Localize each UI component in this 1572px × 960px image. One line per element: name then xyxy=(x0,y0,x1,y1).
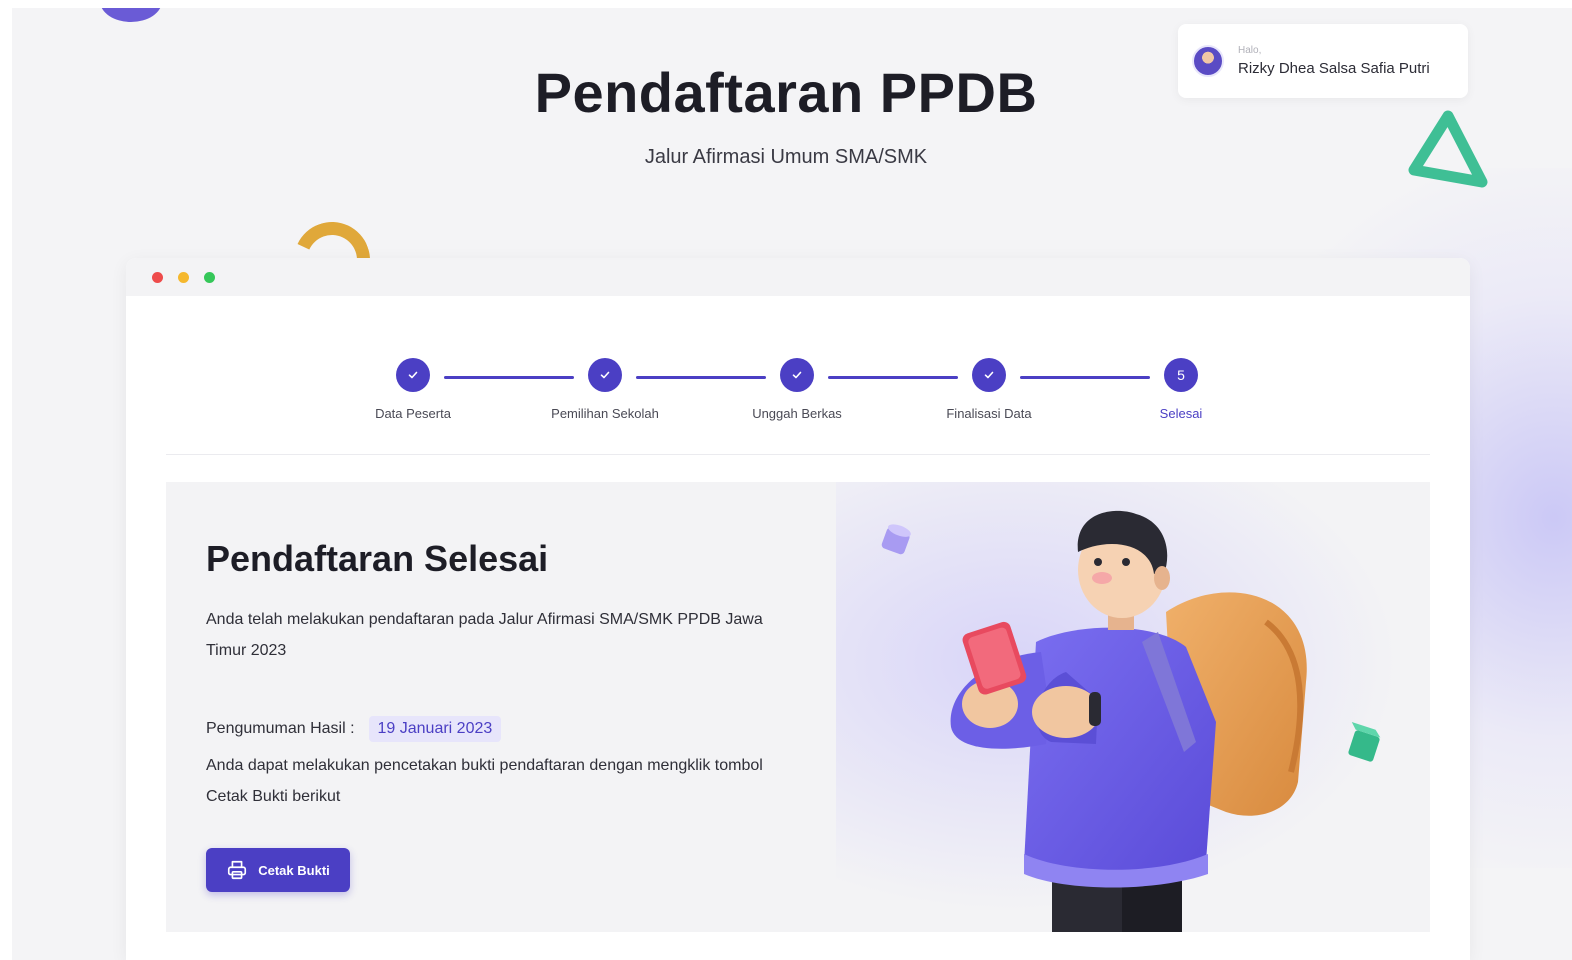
step-label: Selesai xyxy=(1159,406,1203,421)
completion-title: Pendaftaran Selesai xyxy=(206,538,549,579)
announcement-label: Pengumuman Hasil : xyxy=(206,720,355,737)
decorative-circle xyxy=(100,8,162,22)
window-close-dot[interactable] xyxy=(152,271,163,283)
step-pemilihan-sekolah[interactable]: Pemilihan Sekolah xyxy=(525,358,685,421)
step-unggah-berkas[interactable]: Unggah Berkas xyxy=(717,358,877,421)
window-minimize-dot[interactable] xyxy=(178,271,189,283)
print-instructions: Anda dapat melakukan pencetakan bukti pe… xyxy=(206,757,763,805)
check-icon xyxy=(588,358,622,392)
section-divider xyxy=(166,454,1430,455)
registration-window: Data Peserta Pemilihan Sekolah Unggah Be… xyxy=(126,258,1470,960)
step-label: Unggah Berkas xyxy=(752,406,842,421)
completion-panel: Pendaftaran Selesai Anda telah melakukan… xyxy=(166,482,1430,932)
window-title-bar xyxy=(126,258,1470,296)
check-icon xyxy=(780,358,814,392)
announcement-row: Pengumuman Hasil : 19 Januari 2023 xyxy=(206,716,502,742)
print-proof-button[interactable]: Cetak Bukti xyxy=(206,848,350,892)
check-icon xyxy=(396,358,430,392)
window-maximize-dot[interactable] xyxy=(204,271,215,283)
user-greeting: Halo, xyxy=(1238,45,1262,56)
step-label: Pemilihan Sekolah xyxy=(551,406,659,421)
step-number: 5 xyxy=(1164,358,1198,392)
page-subtitle: Jalur Afirmasi Umum SMA/SMK xyxy=(644,146,928,168)
student-with-phone-illustration xyxy=(881,510,1381,932)
avatar xyxy=(1192,45,1224,77)
user-name: Rizky Dhea Salsa Safia Putri xyxy=(1238,60,1430,77)
step-label: Data Peserta xyxy=(375,406,451,421)
print-button-label: Cetak Bukti xyxy=(258,862,330,878)
check-icon xyxy=(972,358,1006,392)
progress-stepper: Data Peserta Pemilihan Sekolah Unggah Be… xyxy=(126,358,1470,438)
printer-icon xyxy=(228,860,247,880)
step-finalisasi-data[interactable]: Finalisasi Data xyxy=(909,358,1069,421)
step-label: Finalisasi Data xyxy=(946,406,1032,421)
announcement-date-badge: 19 Januari 2023 xyxy=(368,716,502,742)
completion-description: Anda telah melakukan pendaftaran pada Ja… xyxy=(206,611,763,659)
step-data-peserta[interactable]: Data Peserta xyxy=(333,358,493,421)
user-profile-card[interactable]: Halo, Rizky Dhea Salsa Safia Putri xyxy=(1178,24,1468,98)
step-selesai[interactable]: 5 Selesai xyxy=(1101,358,1261,421)
